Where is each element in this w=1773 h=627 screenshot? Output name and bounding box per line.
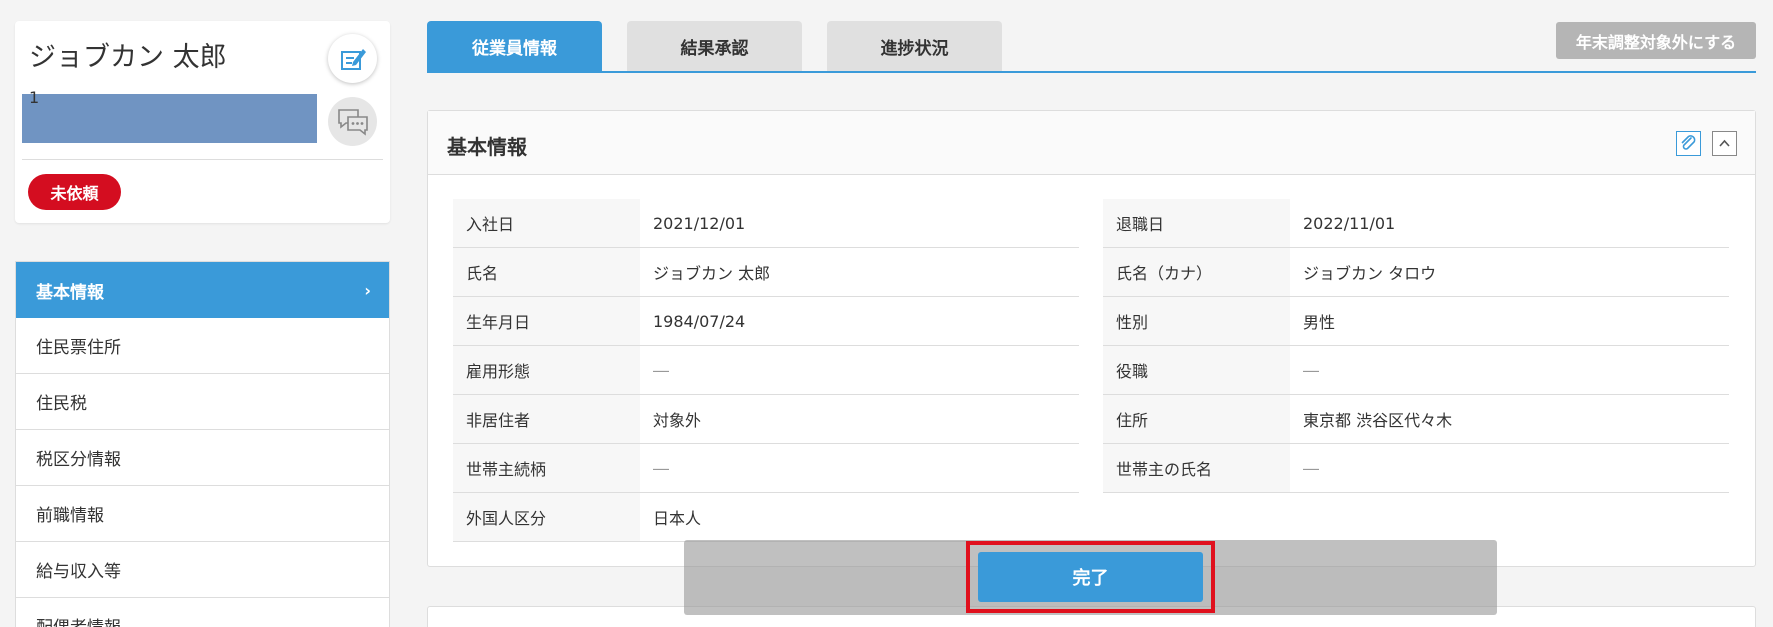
- sidebar-item-spouse-info[interactable]: 配偶者情報: [16, 598, 389, 627]
- info-table-right: 退職日 2022/11/01 氏名（カナ） ジョブカン タロウ 性別 男性 役職…: [1103, 199, 1729, 493]
- field-value-foreigner-category: 日本人: [653, 509, 702, 528]
- sidebar-item-label: 配偶者情報: [36, 613, 121, 627]
- sidebar-item-resident-address[interactable]: 住民票住所: [16, 318, 389, 374]
- field-label-name-kana: 氏名（カナ）: [1103, 248, 1290, 296]
- table-row: 住所 東京都 渋谷区代々木: [1103, 395, 1729, 444]
- exclude-from-adjustment-button[interactable]: 年末調整対象外にする: [1556, 22, 1756, 59]
- sidebar-item-label: 前職情報: [36, 506, 104, 526]
- field-label-householder-name: 世帯主の氏名: [1103, 444, 1290, 492]
- tab-progress[interactable]: 進捗状況: [827, 21, 1002, 72]
- sidebar-menu: 基本情報 › 住民票住所 住民税 税区分情報 前職情報 給与収入等 配偶者情報: [15, 261, 390, 627]
- field-label-foreigner-category: 外国人区分: [453, 493, 640, 541]
- sidebar-item-salary-income[interactable]: 給与収入等: [16, 542, 389, 598]
- field-value-householder-name: ―: [1303, 458, 1319, 478]
- field-value-employment-type: ―: [653, 360, 669, 380]
- tab-result-approval[interactable]: 結果承認: [627, 21, 802, 72]
- table-row: 雇用形態 ―: [453, 346, 1079, 395]
- field-label-position: 役職: [1103, 346, 1290, 394]
- status-badge: 未依頼: [28, 174, 121, 210]
- field-value-name-kana: ジョブカン タロウ: [1303, 264, 1437, 283]
- table-row: 氏名 ジョブカン 太郎: [453, 248, 1079, 297]
- sidebar-item-previous-job[interactable]: 前職情報: [16, 486, 389, 542]
- field-label-gender: 性別: [1103, 297, 1290, 345]
- table-row: 世帯主の氏名 ―: [1103, 444, 1729, 493]
- field-label-retirement-date: 退職日: [1103, 199, 1290, 247]
- table-row: 入社日 2021/12/01: [453, 199, 1079, 248]
- field-value-gender: 男性: [1303, 313, 1336, 332]
- basic-info-panel: 基本情報 入社日 2021/12/01 氏名 ジョブカン 太郎 生年月日 198…: [427, 110, 1756, 567]
- sidebar-item-label: 基本情報: [36, 282, 104, 303]
- field-label-hire-date: 入社日: [453, 199, 640, 247]
- panel-header: 基本情報: [428, 111, 1755, 175]
- complete-button-highlight: 完了: [966, 541, 1215, 613]
- employee-name: ジョブカン 太郎: [29, 42, 227, 73]
- chevron-right-icon: ›: [364, 280, 371, 300]
- table-row: 生年月日 1984/07/24: [453, 297, 1079, 346]
- table-row: 世帯主続柄 ―: [453, 444, 1079, 493]
- panel-title: 基本情報: [447, 135, 527, 159]
- field-label-birth-date: 生年月日: [453, 297, 640, 345]
- sidebar-item-label: 住民票住所: [36, 338, 121, 358]
- sidebar-item-basic-info[interactable]: 基本情報 ›: [16, 262, 389, 318]
- edit-button[interactable]: [328, 34, 377, 83]
- info-table-left: 入社日 2021/12/01 氏名 ジョブカン 太郎 生年月日 1984/07/…: [453, 199, 1079, 542]
- chevron-up-icon: [1719, 139, 1730, 147]
- field-value-hire-date: 2021/12/01: [653, 213, 746, 233]
- field-label-employment-type: 雇用形態: [453, 346, 640, 394]
- profile-divider: [22, 159, 383, 160]
- field-value-householder-relation: ―: [653, 458, 669, 478]
- table-row: 氏名（カナ） ジョブカン タロウ: [1103, 248, 1729, 297]
- table-row: 外国人区分 日本人: [453, 493, 1079, 542]
- field-value-position: ―: [1303, 360, 1319, 380]
- table-row: 退職日 2022/11/01: [1103, 199, 1729, 248]
- sidebar-item-resident-tax[interactable]: 住民税: [16, 374, 389, 430]
- sidebar-item-label: 税区分情報: [36, 450, 121, 470]
- field-value-name: ジョブカン 太郎: [653, 264, 771, 283]
- field-label-non-resident: 非居住者: [453, 395, 640, 443]
- profile-card: ジョブカン 太郎 1 未依頼: [15, 21, 390, 223]
- sidebar-item-label: 給与収入等: [36, 562, 121, 582]
- field-label-householder-relation: 世帯主続柄: [453, 444, 640, 492]
- paperclip-icon: [1681, 135, 1696, 150]
- complete-button[interactable]: 完了: [978, 552, 1203, 602]
- profile-color-bar: [22, 94, 317, 143]
- table-row: 非居住者 対象外: [453, 395, 1079, 444]
- employee-id: 1: [29, 88, 40, 107]
- tab-employee-info[interactable]: 従業員情報: [427, 21, 602, 72]
- field-label-name: 氏名: [453, 248, 640, 296]
- field-value-non-resident: 対象外: [653, 411, 702, 430]
- chat-bubbles-icon: [337, 108, 368, 136]
- field-label-address: 住所: [1103, 395, 1290, 443]
- field-value-retirement-date: 2022/11/01: [1303, 213, 1396, 233]
- collapse-button[interactable]: [1712, 131, 1737, 156]
- attach-button[interactable]: [1676, 131, 1701, 156]
- table-row: 役職 ―: [1103, 346, 1729, 395]
- field-value-birth-date: 1984/07/24: [653, 311, 746, 331]
- sidebar-item-label: 住民税: [36, 394, 87, 414]
- tab-underline: [427, 71, 1756, 73]
- edit-note-icon: [340, 48, 366, 70]
- comment-button[interactable]: [328, 97, 377, 146]
- field-value-address: 東京都 渋谷区代々木: [1303, 411, 1453, 430]
- sidebar-item-tax-category[interactable]: 税区分情報: [16, 430, 389, 486]
- table-row: 性別 男性: [1103, 297, 1729, 346]
